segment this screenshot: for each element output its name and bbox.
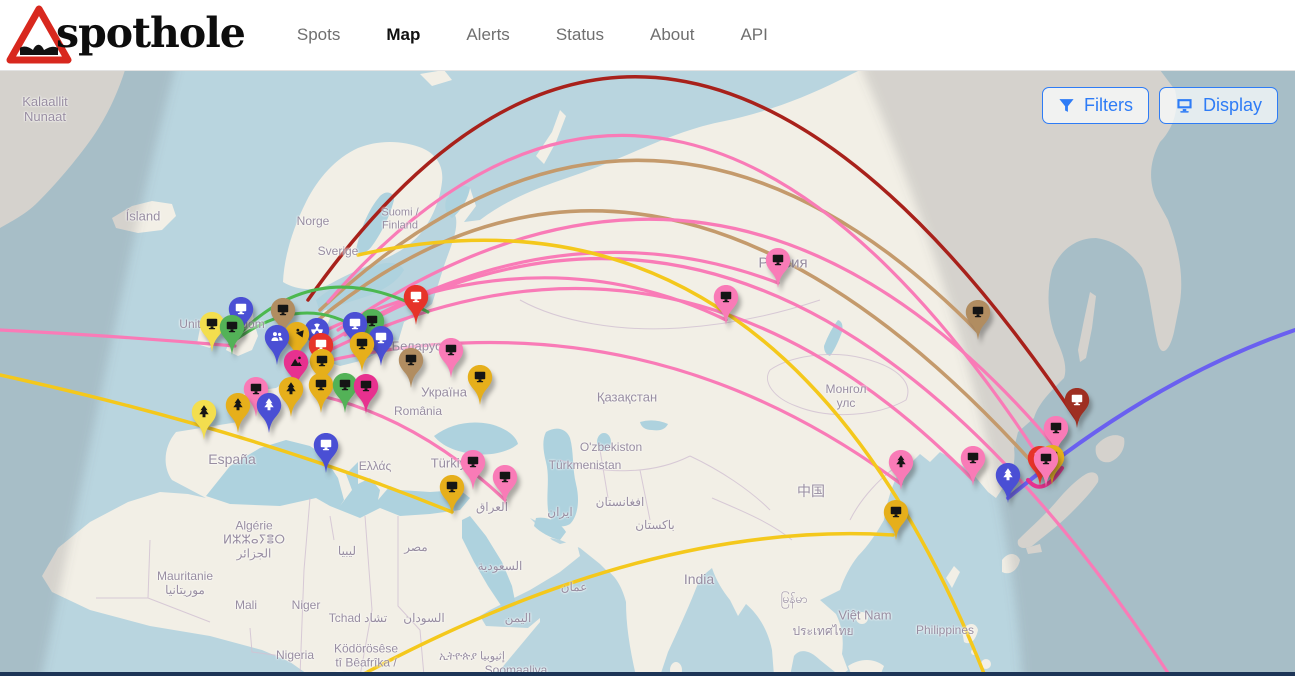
map-controls: Filters Display [1042, 87, 1278, 124]
map-pin-monitor[interactable] [467, 364, 493, 406]
land-hainan [856, 612, 868, 624]
nav-item-map[interactable]: Map [386, 25, 420, 45]
map-pin-tree[interactable] [256, 392, 282, 434]
map-pin-monitor[interactable] [308, 372, 334, 414]
footer-strip [0, 672, 1295, 676]
filters-button[interactable]: Filters [1042, 87, 1149, 124]
monitor-icon [1175, 97, 1194, 114]
brand-logo[interactable]: spothole [6, 0, 245, 70]
navbar: spothole Spots Map Alerts Status About API [0, 0, 1295, 71]
map-pin-monitor[interactable] [765, 247, 791, 289]
brand-name: spothole [56, 9, 245, 57]
map-pin-monitor[interactable] [438, 337, 464, 379]
map-pin-monitor[interactable] [960, 445, 986, 487]
map-pin-monitor[interactable] [492, 464, 518, 506]
map-pin-tree[interactable] [191, 399, 217, 441]
map-pin-monitor[interactable] [1033, 446, 1059, 488]
map-pin-monitor[interactable] [883, 499, 909, 541]
map-viewport[interactable]: Kalaallit NunaatÍslandNorgeSverigeSuomi … [0, 70, 1295, 676]
map-pin-monitor[interactable] [313, 432, 339, 474]
map-pin-monitor[interactable] [353, 373, 379, 415]
main-nav: Spots Map Alerts Status About API [297, 25, 768, 45]
nav-item-status[interactable]: Status [556, 25, 604, 45]
map-pin-tree[interactable] [225, 392, 251, 434]
map-pin-monitor[interactable] [403, 284, 429, 326]
filters-button-label: Filters [1084, 95, 1133, 116]
world-map-svg [0, 70, 1295, 676]
map-pin-tree[interactable] [995, 462, 1021, 504]
spothole-app: spothole Spots Map Alerts Status About API [0, 0, 1295, 676]
funnel-icon [1058, 97, 1075, 114]
lake-aral [597, 433, 611, 451]
nav-item-api[interactable]: API [740, 25, 767, 45]
map-pin-monitor[interactable] [439, 474, 465, 516]
display-button[interactable]: Display [1159, 87, 1278, 124]
nav-item-about[interactable]: About [650, 25, 694, 45]
map-pin-tree[interactable] [888, 449, 914, 491]
map-pin-monitor[interactable] [219, 314, 245, 356]
map-pin-monitor[interactable] [398, 347, 424, 389]
nav-item-alerts[interactable]: Alerts [466, 25, 509, 45]
map-pin-monitor[interactable] [349, 331, 375, 373]
display-button-label: Display [1203, 95, 1262, 116]
map-pin-monitor[interactable] [713, 284, 739, 326]
map-pin-monitor[interactable] [965, 299, 991, 341]
nav-item-spots[interactable]: Spots [297, 25, 340, 45]
